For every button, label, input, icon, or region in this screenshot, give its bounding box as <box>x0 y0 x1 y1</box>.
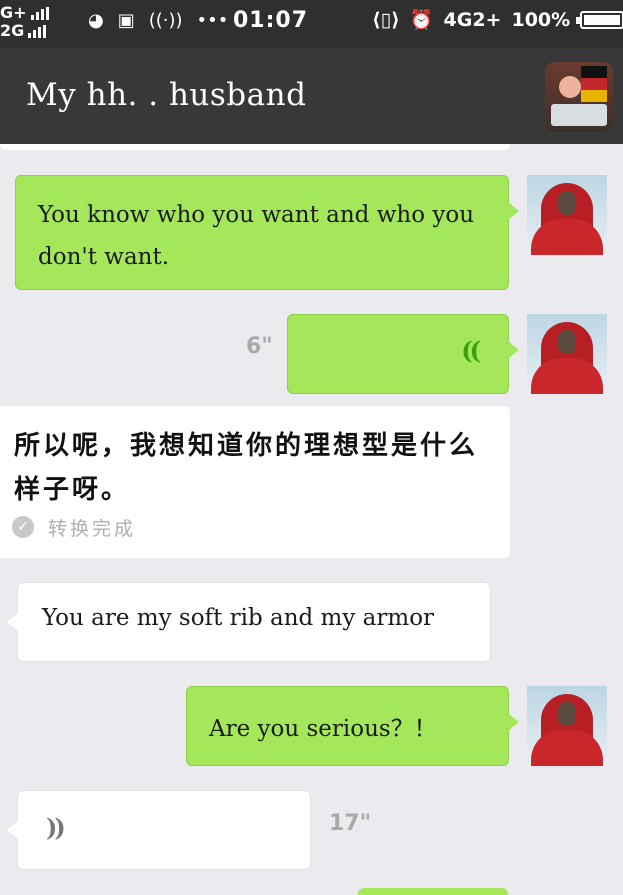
clock: 01:07 <box>233 8 309 33</box>
voice-duration: 17" <box>329 811 372 836</box>
message-bubble-sent[interactable]: You know who you want and who you don't … <box>15 175 519 290</box>
checkmark-icon: ✓ <box>12 516 34 538</box>
system-indicators: ⟨▯⟩ ⏰ 4G2+ 100% <box>372 8 623 31</box>
screenshot-icon: ▣ <box>117 10 135 31</box>
previous-message-fragment <box>0 144 510 150</box>
battery-percent: 100% <box>511 8 571 31</box>
message-text: Are you serious？！ <box>209 716 437 742</box>
my-avatar[interactable] <box>527 175 607 255</box>
signal-bars-icon <box>30 6 49 20</box>
vibrate-icon: ⟨▯⟩ <box>372 8 400 31</box>
message-text: You know who you want and who you don't … <box>38 202 475 270</box>
voice-wave-icon: )) <box>46 813 66 842</box>
contact-profile-avatar[interactable] <box>545 62 613 132</box>
status-bar: G+ 2G ◕ ▣ ((·)) ••• 01:07 ⟨▯⟩ ⏰ 4G2+ 100… <box>0 0 623 48</box>
voice-message-sent[interactable]: (( <box>287 314 519 394</box>
battery-icon <box>576 10 623 29</box>
voice-duration: 6" <box>246 334 273 359</box>
app-notification-icon: ◕ <box>88 10 104 31</box>
voice-wave-icon: (( <box>461 336 481 365</box>
flag-icon <box>581 66 607 102</box>
transcription-status: 转换完成 <box>48 518 137 540</box>
transcription-text: 所以呢，我想知道你的理想型是什么样子呀。 <box>14 431 479 505</box>
voice-message-received[interactable]: )) <box>7 790 311 870</box>
message-text: You are my soft rib and my armor <box>42 605 435 631</box>
hotspot-icon: ((·)) <box>148 10 183 31</box>
more-icon: ••• <box>196 10 229 31</box>
chat-title: My hh. . husband <box>26 77 307 113</box>
my-avatar[interactable] <box>527 686 607 766</box>
signal-bars-icon <box>28 24 47 38</box>
notification-icons: ◕ ▣ ((·)) ••• <box>88 10 228 31</box>
message-bubble-received[interactable]: You are my soft rib and my armor <box>7 582 491 662</box>
network-bottom-label: 2G <box>0 21 25 40</box>
voice-transcription-bubble[interactable]: 所以呢，我想知道你的理想型是什么样子呀。 ✓ 转换完成 <box>0 406 510 558</box>
message-list[interactable]: You know who you want and who you don't … <box>0 144 623 895</box>
network-type: 4G2+ <box>443 8 502 31</box>
network-top-label: G+ <box>0 3 27 22</box>
alarm-icon: ⏰ <box>409 9 434 31</box>
chat-header: My hh. . husband <box>0 48 623 144</box>
next-message-fragment <box>358 888 508 895</box>
message-bubble-sent[interactable]: Are you serious？！ <box>186 686 519 766</box>
my-avatar[interactable] <box>527 314 607 394</box>
signal-indicators: G+ 2G <box>0 4 49 40</box>
